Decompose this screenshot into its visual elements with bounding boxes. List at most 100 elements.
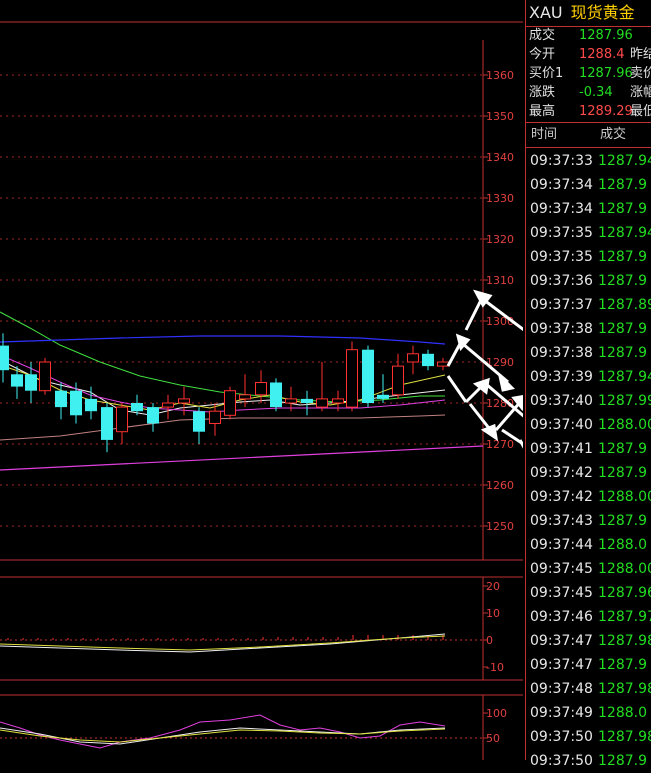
ma-line-pink bbox=[0, 414, 446, 441]
tick-time: 09:37:50 bbox=[530, 729, 593, 745]
tick-time: 09:37:36 bbox=[530, 273, 593, 289]
tick-price: 1287.98 bbox=[598, 729, 651, 745]
kline-chart-area[interactable]: 1360 1350 1340 1330 1320 1310 1300 1290 1280 1270… bbox=[0, 0, 651, 760]
macd-axis-label: 0 bbox=[486, 634, 493, 647]
tick-row: 09:37:40 1288.00 bbox=[526, 413, 651, 437]
quote-value: -0.34 bbox=[579, 85, 613, 100]
arrow-4-head-icon bbox=[497, 371, 515, 392]
tick-price: 1287.9 bbox=[598, 441, 647, 457]
quote-label: 最高 bbox=[529, 104, 556, 119]
tick-time: 09:37:45 bbox=[530, 585, 593, 601]
kdj-axis-label: 100 bbox=[486, 707, 507, 720]
candle-body-down bbox=[362, 349, 374, 403]
arrow-12 bbox=[518, 439, 580, 549]
tick-time: 09:37:41 bbox=[530, 441, 593, 457]
tick-time: 09:37:35 bbox=[530, 249, 593, 265]
candle-body-down bbox=[422, 353, 434, 367]
tick-row: 09:37:41 1287.9 bbox=[526, 437, 651, 461]
tick-list-header: 时间 成交 bbox=[526, 122, 651, 148]
tick-time: 09:37:42 bbox=[530, 465, 593, 481]
arrow-1 bbox=[464, 297, 484, 331]
tick-time: 09:37:38 bbox=[530, 321, 593, 337]
candle-body-down bbox=[25, 374, 37, 391]
tick-row: 09:37:45 1287.96 bbox=[526, 581, 651, 605]
candle-body-down bbox=[11, 374, 23, 387]
price-axis-label: 1260 bbox=[486, 479, 514, 492]
tick-price: 1287.9 bbox=[598, 201, 647, 217]
candle-body-up bbox=[437, 361, 449, 367]
tick-price: 1287.9 bbox=[598, 345, 647, 361]
quote-label: 买价1 bbox=[529, 66, 564, 81]
quote-row-change: 涨跌 -0.34 涨幅 bbox=[526, 83, 651, 102]
quote-row-high: 最高 1289.29 最低 bbox=[526, 102, 651, 121]
tick-time: 09:37:50 bbox=[530, 753, 593, 769]
price-axis-label: 1340 bbox=[486, 151, 514, 164]
macd-axis-label: 20 bbox=[486, 580, 500, 593]
quote-label-2: 最低 bbox=[630, 104, 651, 119]
price-axis-label: 1330 bbox=[486, 192, 514, 205]
quote-label: 今开 bbox=[529, 47, 556, 62]
candle-body-down bbox=[301, 398, 313, 403]
tick-row: 09:37:50 1287.98 bbox=[526, 725, 651, 749]
tick-time: 09:37:40 bbox=[530, 417, 593, 433]
tick-row: 09:37:39 1287.94 bbox=[526, 365, 651, 389]
tick-price: 1287.94 bbox=[598, 369, 651, 385]
candle-body-down bbox=[101, 407, 113, 440]
candle-body-down bbox=[193, 411, 205, 432]
candle-body-up bbox=[178, 398, 190, 404]
price-axis-label: 1300 bbox=[486, 315, 514, 328]
symbol-header: XAU 现货黄金 bbox=[526, 0, 651, 27]
candle-body-up bbox=[116, 406, 128, 433]
tick-time: 09:37:34 bbox=[530, 201, 593, 217]
tick-price: 1287.9 bbox=[598, 273, 647, 289]
tick-time: 09:37:46 bbox=[530, 609, 593, 625]
tick-row: 09:37:37 1287.89 bbox=[526, 293, 651, 317]
tick-price: 1287.96 bbox=[598, 585, 651, 601]
tick-row: 09:37:34 1287.9 bbox=[526, 173, 651, 197]
candle-body-down bbox=[85, 398, 97, 412]
tick-row: 09:37:33 1287.94 bbox=[526, 149, 651, 173]
ma-line-blue bbox=[0, 335, 446, 345]
tick-row: 09:37:34 1287.9 bbox=[526, 197, 651, 221]
tick-time: 09:37:40 bbox=[530, 393, 593, 409]
arrow-8-head-icon bbox=[480, 423, 499, 442]
symbol-code: XAU bbox=[529, 3, 563, 22]
tick-row: 09:37:35 1287.9 bbox=[526, 245, 651, 269]
tick-time: 09:37:34 bbox=[530, 177, 593, 193]
tick-price: 1288.0 bbox=[598, 705, 647, 721]
tick-price: 1288.00 bbox=[598, 417, 651, 433]
price-axis-label: 1250 bbox=[486, 520, 514, 533]
price-axis-label: 1360 bbox=[486, 69, 514, 82]
price-axis-label: 1350 bbox=[486, 110, 514, 123]
tick-row: 09:37:38 1287.9 bbox=[526, 341, 651, 365]
tick-time: 09:37:38 bbox=[530, 345, 593, 361]
tick-row: 09:37:42 1287.9 bbox=[526, 461, 651, 485]
quote-value: 1287.96 bbox=[579, 28, 633, 43]
tick-price: 1287.94 bbox=[598, 225, 651, 241]
macd-axis-label: 10 bbox=[486, 607, 500, 620]
quote-value: 1289.29 bbox=[579, 104, 633, 119]
tick-price: 1288.00 bbox=[598, 489, 651, 505]
ma-line-green bbox=[0, 311, 445, 403]
tick-price: 1287.9 bbox=[598, 657, 647, 673]
quote-label-2: 涨幅 bbox=[630, 85, 651, 100]
kdj-d-line bbox=[0, 728, 446, 743]
tick-price: 1287.98 bbox=[598, 633, 651, 649]
tick-time: 09:37:48 bbox=[530, 681, 593, 697]
quote-value: 1288.4 bbox=[579, 47, 625, 62]
tick-time: 09:37:44 bbox=[530, 537, 593, 553]
tick-price: 1287.9 bbox=[598, 177, 647, 193]
tick-row: 09:37:47 1287.9 bbox=[526, 653, 651, 677]
tick-row: 09:37:47 1287.98 bbox=[526, 629, 651, 653]
candle-body-down bbox=[147, 407, 159, 424]
tick-row: 09:37:42 1288.00 bbox=[526, 485, 651, 509]
quote-label: 涨跌 bbox=[529, 85, 556, 100]
quote-row-last: 成交 1287.96 bbox=[526, 26, 651, 45]
candlestick-chart[interactable]: 1360135013401330132013101300129012801270… bbox=[0, 0, 651, 760]
candle-body-down bbox=[0, 345, 9, 371]
kdj-axis: 100 50 bbox=[483, 707, 507, 745]
tick-time: 09:37:33 bbox=[530, 153, 593, 169]
macd-axis: 20 10 0 -10 bbox=[483, 580, 504, 674]
tick-time: 09:37:45 bbox=[530, 561, 593, 577]
quote-value: 1287.96 bbox=[579, 66, 633, 81]
